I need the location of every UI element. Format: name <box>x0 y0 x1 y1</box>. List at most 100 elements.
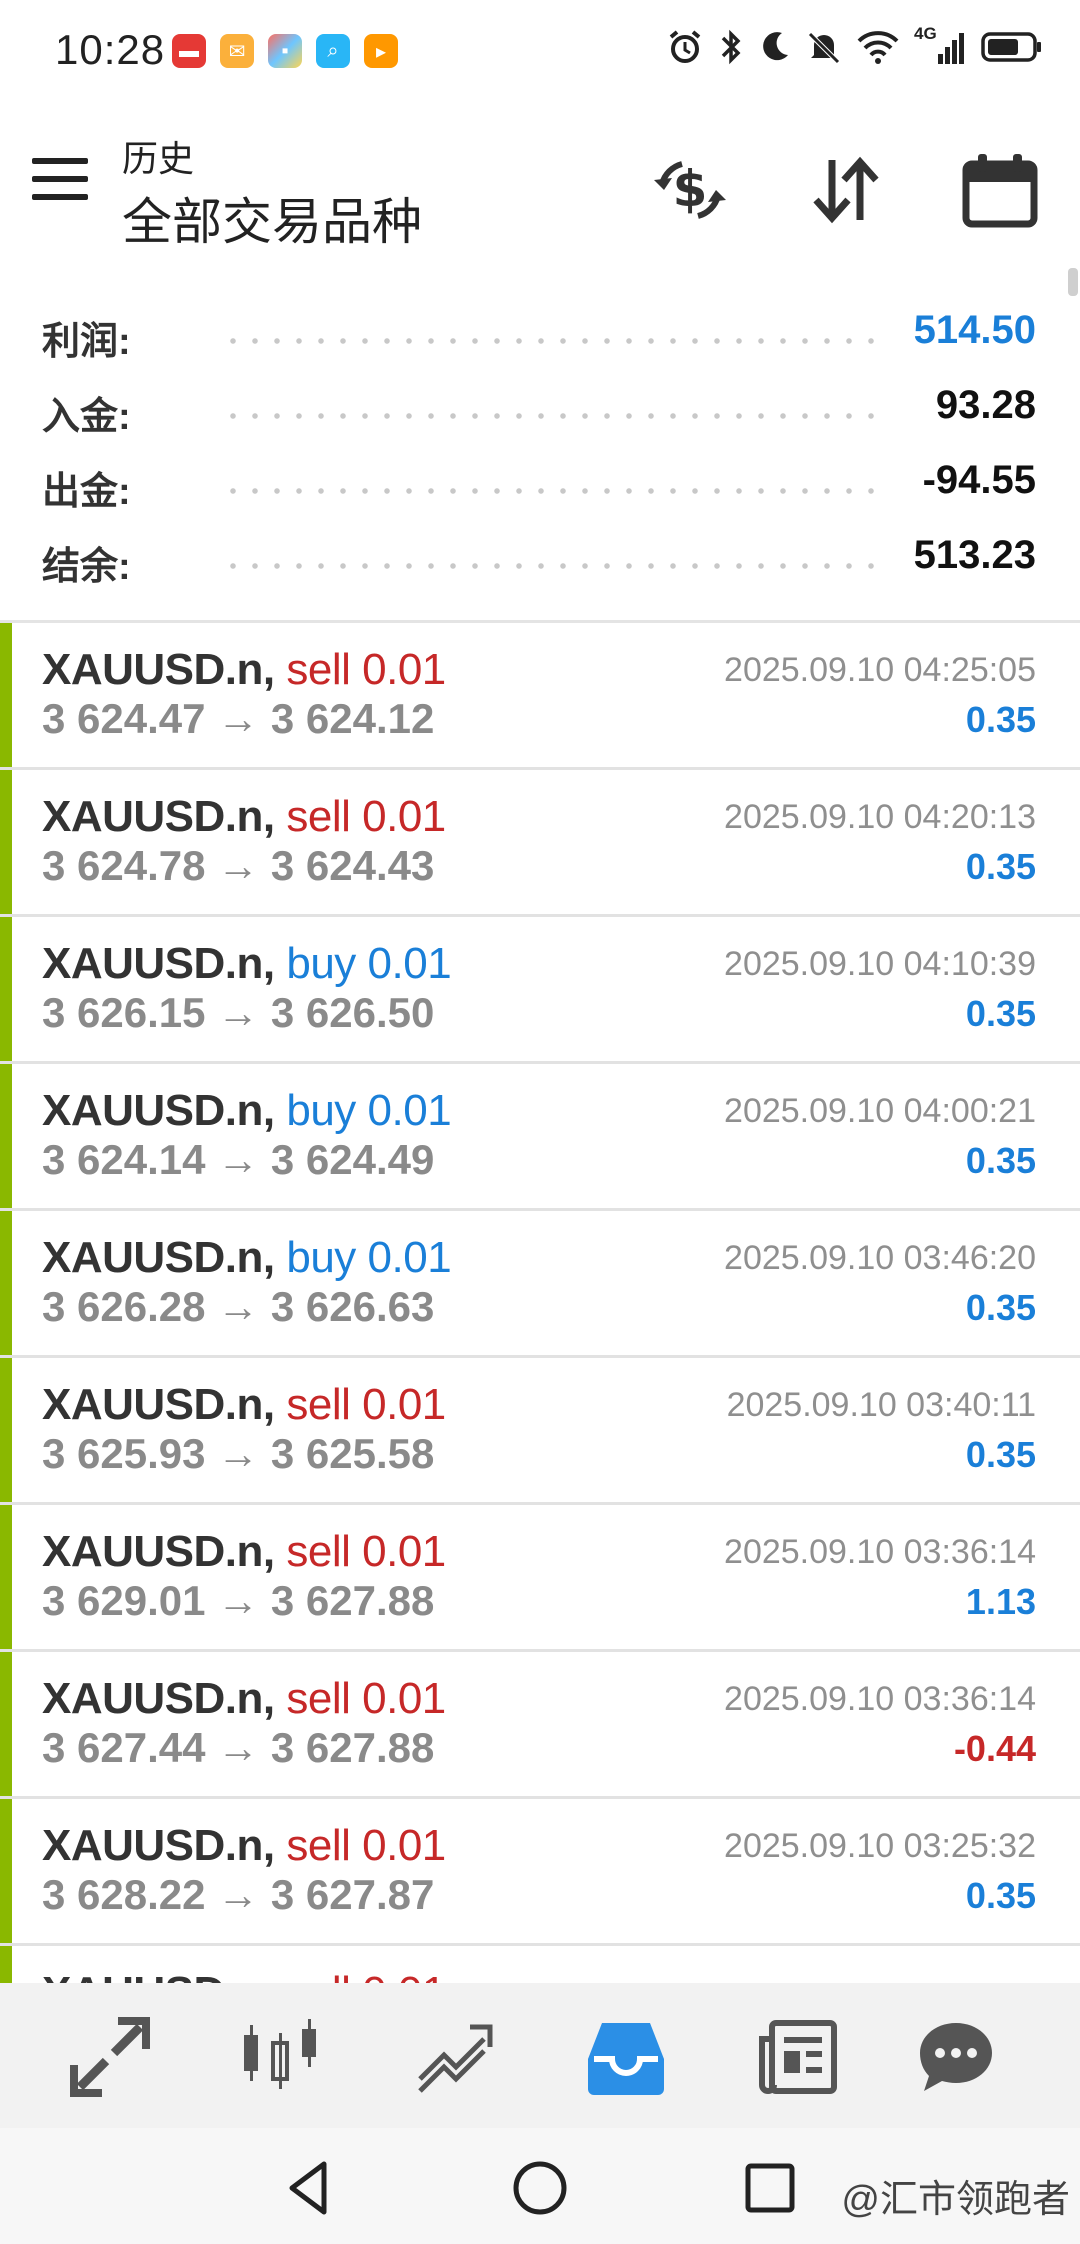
trade-side: sell <box>286 645 351 694</box>
trade-time: 2025.09.10 03:40:11 <box>726 1386 1036 1424</box>
summary-label: 出金: <box>42 471 131 513</box>
sort-arrows-icon <box>813 156 879 224</box>
trade-prices: 3 627.44 → 3 627.88 <box>42 1724 434 1772</box>
page-subtitle: 历史 <box>122 138 195 179</box>
video-app-icon: ▸ <box>364 34 398 68</box>
trade-prices: 3 629.01 → 3 627.88 <box>42 1577 434 1625</box>
trade-symbol: XAUUSD.n, sell 0.01 <box>42 1380 446 1430</box>
trade-side: sell <box>286 1527 351 1576</box>
arrow-icon: → <box>217 1430 260 1477</box>
trade-profit: 0.35 <box>965 1434 1036 1475</box>
trade-row[interactable]: XAUUSD.n, sell 0.01 3 625.93 → 3 625.58 20… <box>0 1358 1080 1505</box>
arrow-icon: → <box>217 695 260 742</box>
period-button[interactable] <box>960 150 1040 230</box>
trade-time: 2025.09.10 04:25:05 <box>724 651 1036 689</box>
trade-symbol: XAUUSD.n, sell 0.01 <box>42 1968 446 1983</box>
trade-volume: 0.01 <box>367 939 452 988</box>
back-icon[interactable] <box>280 2158 340 2218</box>
nav-chat[interactable] <box>914 2015 998 2099</box>
trade-volume: 0.01 <box>362 792 446 841</box>
trade-row[interactable]: XAUUSD.n, buy 0.01 3 624.14 → 3 624.49 202… <box>0 1064 1080 1211</box>
nav-trade[interactable] <box>412 2015 496 2099</box>
trade-symbol: XAUUSD.n, sell 0.01 <box>42 1527 446 1577</box>
trade-status-bar <box>0 1211 12 1355</box>
page-title[interactable]: 全部交易品种 <box>122 182 422 254</box>
trade-side: sell <box>286 1968 351 1983</box>
trade-prices: 3 628.22 → 3 627.87 <box>42 1871 434 1919</box>
close-price: 3 624.49 <box>270 1136 435 1183</box>
notification-icons: ▬ ✉ ▪ ⌕ ▸ <box>172 34 398 68</box>
status-bar: 10:28 ▬ ✉ ▪ ⌕ ▸ 4G <box>0 0 1080 100</box>
trade-profit: 0.35 <box>965 699 1036 740</box>
trade-side: buy <box>286 939 356 988</box>
summary-row-deposit: 入金: 93.28 <box>0 375 1080 450</box>
trade-side: sell <box>286 1380 351 1429</box>
open-price: 3 628.22 <box>42 1871 206 1918</box>
trade-icon <box>418 2024 493 2093</box>
trade-row[interactable]: XAUUSD.n, sell 0.01 3 628.22 → 3 627.87 20… <box>0 1799 1080 1946</box>
trade-row[interactable]: XAUUSD.n, sell 0.01 <box>0 1946 1080 1983</box>
close-price: 3 627.88 <box>270 1577 435 1624</box>
symbol-name: XAUUSD.n, <box>42 645 275 694</box>
recents-icon[interactable] <box>740 2158 800 2218</box>
trade-time: 2025.09.10 04:10:39 <box>724 945 1036 983</box>
nav-news[interactable] <box>756 2015 840 2099</box>
status-time: 10:28 <box>55 26 166 73</box>
trade-status-bar <box>0 1358 12 1502</box>
system-navigation-bar: @汇市领跑者 <box>0 2128 1080 2244</box>
nav-quotes[interactable] <box>68 2015 152 2099</box>
menu-button[interactable] <box>32 158 88 202</box>
chart-icon <box>244 2019 316 2089</box>
trade-prices: 3 624.14 → 3 624.49 <box>42 1136 434 1184</box>
moon-icon <box>763 32 788 61</box>
symbol-name: XAUUSD.n, <box>42 1233 275 1282</box>
trade-row[interactable]: XAUUSD.n, sell 0.01 3 629.01 → 3 627.88 20… <box>0 1505 1080 1652</box>
arrow-icon: → <box>217 1283 260 1330</box>
symbol-name: XAUUSD.n, <box>42 1968 275 1983</box>
trade-row[interactable]: XAUUSD.n, sell 0.01 3 624.47 → 3 624.12 20… <box>0 623 1080 770</box>
currency-filter-button[interactable]: $ <box>650 150 730 230</box>
trade-symbol: XAUUSD.n, buy 0.01 <box>42 1233 452 1283</box>
dotted-leader <box>222 338 890 344</box>
scrollbar-thumb[interactable] <box>1068 268 1078 296</box>
trade-row[interactable]: XAUUSD.n, sell 0.01 3 627.44 → 3 627.88 20… <box>0 1652 1080 1799</box>
trade-profit: 0.35 <box>965 1140 1036 1181</box>
nav-chart[interactable] <box>238 2015 322 2099</box>
summary-row-profit: 利润: 514.50 <box>0 300 1080 375</box>
home-icon[interactable] <box>510 2158 570 2218</box>
trade-row[interactable]: XAUUSD.n, buy 0.01 3 626.28 → 3 626.63 202… <box>0 1211 1080 1358</box>
trade-row[interactable]: XAUUSD.n, buy 0.01 3 626.15 → 3 626.50 202… <box>0 917 1080 1064</box>
summary-panel: 利润: 514.50 入金: 93.28 出金: -94.55 结余: 513.… <box>0 300 1080 600</box>
battery-icon <box>981 32 1041 62</box>
open-price: 3 624.47 <box>42 695 206 742</box>
trade-status-bar <box>0 1064 12 1208</box>
open-price: 3 626.28 <box>42 1283 206 1330</box>
close-price: 3 624.43 <box>270 842 435 889</box>
trade-time: 2025.09.10 03:36:14 <box>724 1680 1036 1718</box>
trade-volume: 0.01 <box>362 1674 446 1723</box>
close-price: 3 626.50 <box>270 989 435 1036</box>
summary-label: 结余: <box>42 546 131 588</box>
arrow-icon: → <box>217 842 260 889</box>
trade-history-list[interactable]: XAUUSD.n, sell 0.01 3 624.47 → 3 624.12 20… <box>0 623 1080 1983</box>
symbol-name: XAUUSD.n, <box>42 1674 275 1723</box>
mute-bell-icon <box>808 32 840 64</box>
trade-row[interactable]: XAUUSD.n, sell 0.01 3 624.78 → 3 624.43 20… <box>0 770 1080 917</box>
summary-row-balance: 结余: 513.23 <box>0 525 1080 600</box>
trade-profit: 0.35 <box>965 993 1036 1034</box>
trade-status-bar <box>0 1652 12 1796</box>
arrow-icon: → <box>217 1136 260 1183</box>
trade-prices: 3 626.28 → 3 626.63 <box>42 1283 434 1331</box>
summary-value: 93.28 <box>921 383 1036 428</box>
trade-side: sell <box>286 1821 351 1870</box>
open-price: 3 624.78 <box>42 842 206 889</box>
sort-button[interactable] <box>806 150 886 230</box>
symbol-name: XAUUSD.n, <box>42 1821 275 1870</box>
trade-status-bar <box>0 917 12 1061</box>
nav-history[interactable] <box>584 2015 668 2099</box>
trade-time: 2025.09.10 04:00:21 <box>724 1092 1036 1130</box>
trade-profit: 0.35 <box>965 846 1036 887</box>
trade-time: 2025.09.10 03:46:20 <box>724 1239 1036 1277</box>
calendar-icon <box>962 154 1038 228</box>
bottom-navigation <box>0 1983 1080 2128</box>
